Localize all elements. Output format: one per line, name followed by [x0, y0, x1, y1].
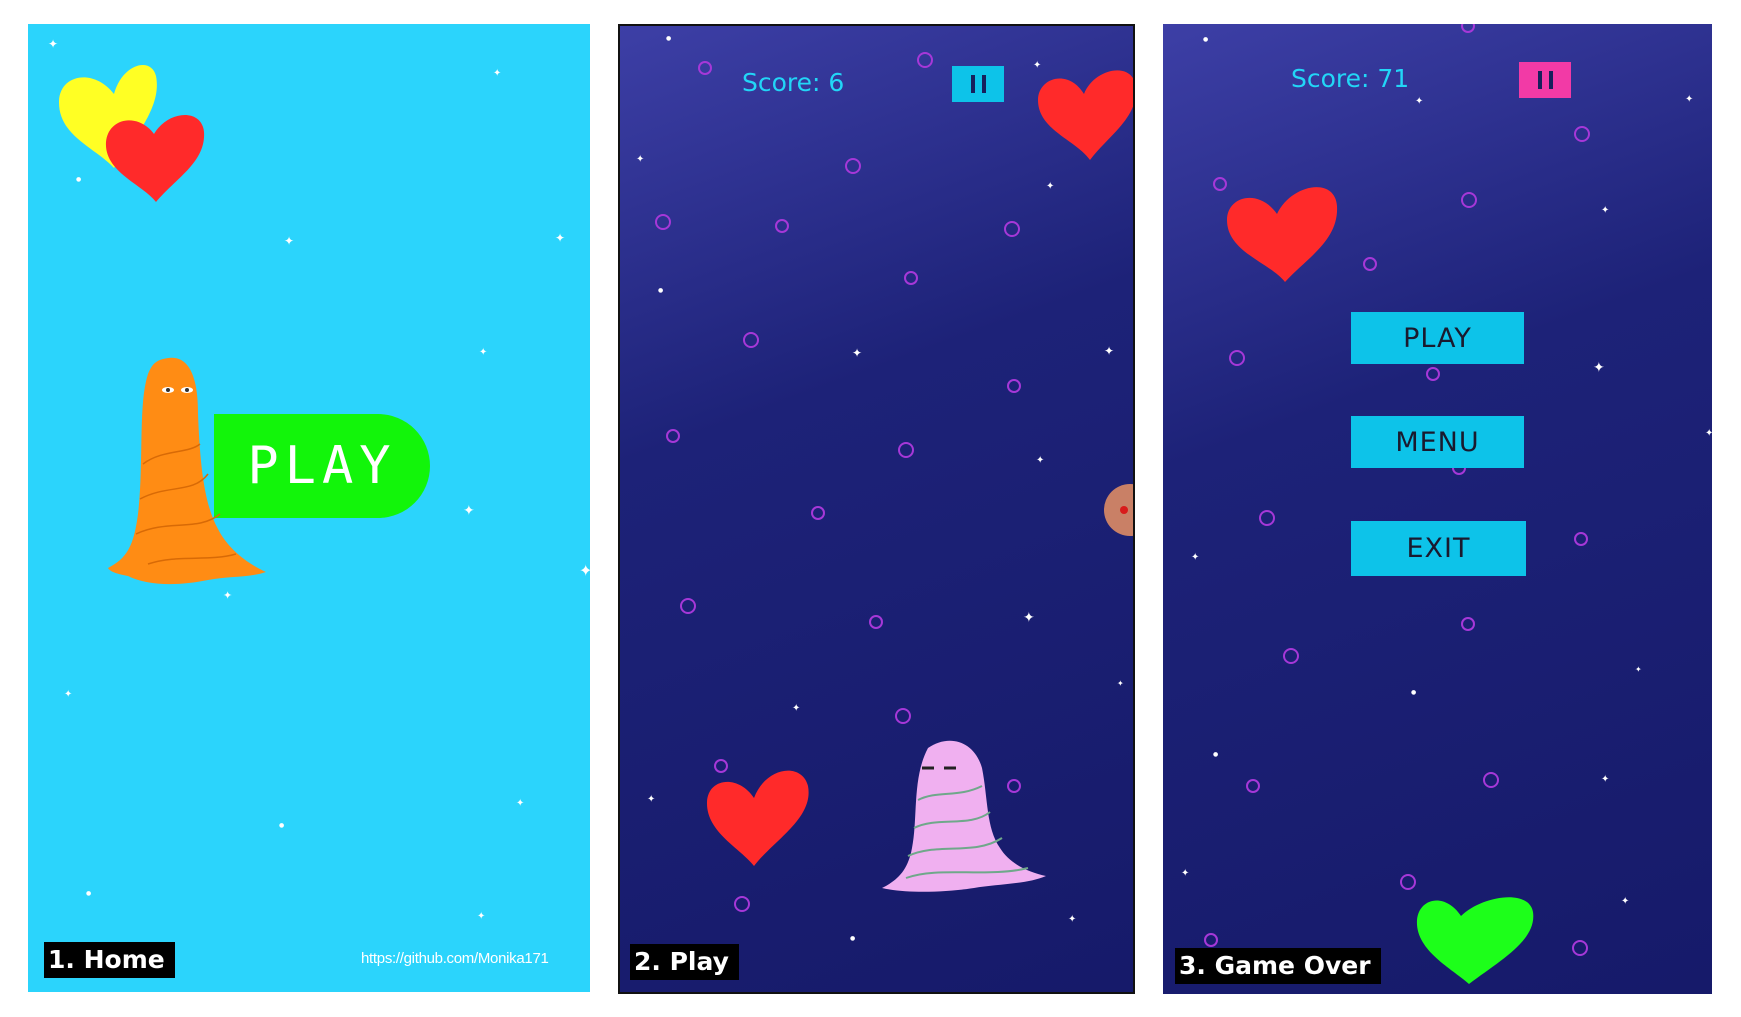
pause-button[interactable] — [1519, 62, 1571, 98]
svg-text:✦: ✦ — [852, 346, 862, 360]
svg-text:●: ● — [1203, 36, 1208, 43]
svg-text:✦: ✦ — [1036, 455, 1044, 466]
pause-button[interactable] — [952, 66, 1004, 102]
play-button-label: PLAY — [247, 436, 397, 496]
svg-text:✦: ✦ — [477, 911, 485, 922]
github-link[interactable]: https://github.com/Monika171 — [361, 950, 549, 967]
enemy-icon — [1104, 484, 1133, 536]
svg-text:●: ● — [1411, 689, 1416, 696]
pause-icon — [970, 75, 975, 93]
svg-text:✦: ✦ — [1705, 428, 1712, 439]
svg-text:●: ● — [1213, 751, 1218, 758]
svg-text:✦: ✦ — [792, 703, 800, 714]
svg-text:✦: ✦ — [463, 503, 475, 519]
panel-caption: 2. Play — [630, 944, 739, 980]
svg-text:●: ● — [850, 935, 855, 942]
svg-text:●: ● — [86, 890, 91, 897]
spiral-icons — [1204, 24, 1590, 956]
svg-text:✦: ✦ — [516, 798, 524, 809]
svg-text:✦: ✦ — [1104, 344, 1114, 358]
svg-text:✦: ✦ — [555, 231, 565, 245]
exit-label: EXIT — [1406, 533, 1471, 564]
svg-text:✦: ✦ — [1635, 665, 1642, 674]
svg-text:●: ● — [658, 287, 663, 294]
play-again-button[interactable]: PLAY — [1351, 312, 1524, 364]
exit-button[interactable]: EXIT — [1351, 521, 1526, 576]
green-heart-icon — [1416, 897, 1534, 984]
svg-text:✦: ✦ — [284, 234, 294, 248]
svg-text:✦: ✦ — [1601, 774, 1609, 785]
svg-text:✦: ✦ — [1181, 868, 1189, 879]
svg-text:✦: ✦ — [479, 347, 487, 358]
menu-button[interactable]: MENU — [1351, 416, 1524, 468]
svg-text:✦: ✦ — [1117, 679, 1124, 688]
svg-text:✦: ✦ — [647, 794, 655, 805]
svg-text:✦: ✦ — [64, 689, 72, 700]
red-heart-icon — [1227, 187, 1338, 282]
menu-label: MENU — [1395, 426, 1480, 458]
svg-text:✦: ✦ — [1046, 181, 1054, 192]
svg-text:✦: ✦ — [1621, 896, 1629, 907]
player-character-icon — [882, 740, 1046, 892]
svg-text:✦: ✦ — [493, 68, 501, 79]
svg-text:✦: ✦ — [636, 154, 644, 165]
red-heart-icon — [105, 114, 205, 202]
svg-text:✦: ✦ — [1191, 552, 1199, 563]
svg-text:✦: ✦ — [579, 561, 590, 580]
pause-icon — [1537, 71, 1542, 89]
player-character-icon — [108, 357, 266, 585]
svg-text:✦: ✦ — [223, 589, 232, 602]
svg-text:✦: ✦ — [1415, 96, 1423, 107]
svg-text:✦: ✦ — [1068, 914, 1076, 925]
panel-caption: 1. Home — [44, 942, 175, 978]
svg-text:✦: ✦ — [1593, 360, 1605, 376]
play-screen-panel: ● ✦ ✦ ✦ ● ✦ ✦ ✦ ✦ ✦ ✦ ✦ ✦ ● Score: 6 2. … — [618, 24, 1135, 994]
play-again-label: PLAY — [1403, 322, 1472, 354]
gameover-screen-panel: ● ✦ ✦ ✦ ✦ ✦ ✦ ● ● ✦ ✦ ✦ ✦ Score: 71 PLAY… — [1163, 24, 1712, 994]
hearts-icon — [58, 64, 205, 202]
svg-text:✦: ✦ — [1023, 610, 1035, 626]
star-icons: ● ✦ ✦ ✦ ✦ ✦ ✦ ● ● ✦ ✦ ✦ ✦ — [1181, 36, 1712, 907]
home-screen-panel: ✦ ✦ ● ✦ ✦ ✦ ✦ ✦ ✦ ✦ ✦ ● ● ✦ PLAY 1. Home… — [28, 24, 590, 992]
svg-text:✦: ✦ — [1601, 205, 1609, 216]
svg-text:●: ● — [666, 35, 671, 42]
svg-text:✦: ✦ — [1685, 94, 1693, 105]
red-heart-icon — [1038, 70, 1133, 160]
svg-text:●: ● — [279, 822, 284, 829]
red-heart-icon — [706, 770, 809, 866]
score-display: Score: 6 — [742, 68, 845, 97]
panel-caption: 3. Game Over — [1175, 948, 1381, 984]
score-display: Score: 71 — [1291, 64, 1410, 93]
